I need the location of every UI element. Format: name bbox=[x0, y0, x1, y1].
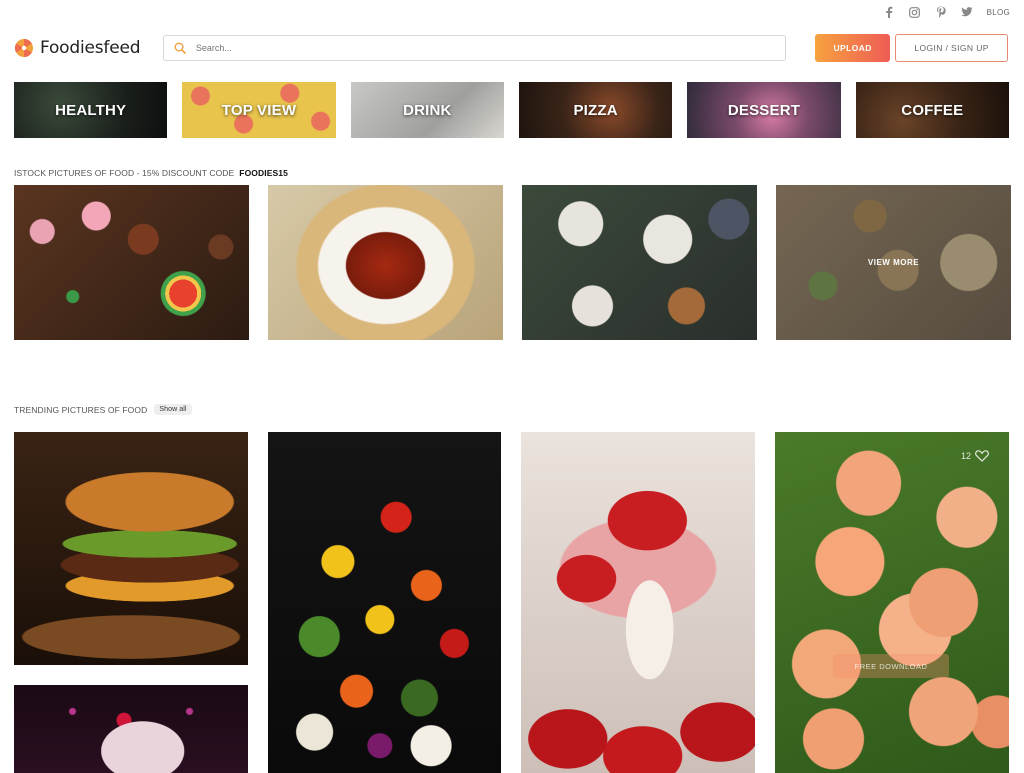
category-coffee[interactable]: COFFEE bbox=[855, 82, 1009, 138]
social-bar: BLOG bbox=[883, 6, 1010, 18]
free-download-button[interactable]: FREE DOWNLOAD bbox=[833, 654, 949, 678]
trending-image-ice-cream[interactable] bbox=[14, 685, 248, 773]
category-label: DESSERT bbox=[727, 101, 801, 119]
istock-image-candy[interactable] bbox=[14, 185, 249, 340]
logo-text: Foodiesfeed bbox=[40, 38, 141, 58]
trending-image-strawberry-milkshake[interactable] bbox=[521, 432, 755, 773]
istock-label-text: ISTOCK PICTURES OF FOOD - 15% DISCOUNT C… bbox=[14, 168, 235, 178]
pinterest-icon[interactable] bbox=[935, 6, 947, 18]
trending-image-peaches[interactable]: 12 FREE DOWNLOAD bbox=[775, 432, 1009, 773]
heart-icon bbox=[975, 450, 989, 462]
header: Foodiesfeed UPLOAD LOGIN / SIGN UP bbox=[14, 33, 1008, 63]
category-pizza[interactable]: PIZZA bbox=[518, 82, 673, 138]
blog-link[interactable]: BLOG bbox=[987, 8, 1010, 17]
category-label: TOP VIEW bbox=[221, 101, 297, 119]
category-label: COFFEE bbox=[901, 101, 964, 119]
trending-image-burger[interactable] bbox=[14, 432, 248, 665]
category-dessert[interactable]: DESSERT bbox=[687, 82, 841, 138]
search-input[interactable] bbox=[195, 43, 756, 53]
facebook-icon[interactable] bbox=[883, 6, 895, 18]
search-icon bbox=[174, 42, 186, 54]
istock-section-label: ISTOCK PICTURES OF FOOD - 15% DISCOUNT C… bbox=[14, 168, 288, 178]
category-tiles: HEALTHY TOP VIEW DRINK PIZZA DESSERT COF… bbox=[14, 82, 1009, 138]
show-all-button[interactable]: Show all bbox=[154, 404, 192, 415]
discount-code: FOODIES15 bbox=[239, 168, 288, 178]
trending-label-text: TRENDING PICTURES OF FOOD bbox=[14, 404, 148, 415]
trending-image-vegetables[interactable] bbox=[268, 432, 501, 773]
istock-image-healthy-food[interactable]: VIEW MORE bbox=[776, 185, 1011, 340]
logo[interactable]: Foodiesfeed bbox=[14, 38, 162, 58]
search-box[interactable] bbox=[162, 35, 787, 61]
view-more-overlay[interactable]: VIEW MORE bbox=[776, 185, 1011, 340]
login-signup-button[interactable]: LOGIN / SIGN UP bbox=[895, 34, 1008, 62]
istock-image-food-spread[interactable] bbox=[522, 185, 757, 340]
instagram-icon[interactable] bbox=[909, 6, 921, 18]
category-healthy[interactable]: HEALTHY bbox=[14, 82, 168, 138]
category-label: DRINK bbox=[403, 101, 452, 119]
category-drink[interactable]: DRINK bbox=[350, 82, 504, 138]
istock-image-braised-pork[interactable] bbox=[268, 185, 503, 340]
like-count: 12 bbox=[960, 451, 971, 461]
logo-mark-icon bbox=[14, 39, 33, 58]
category-label: PIZZA bbox=[573, 101, 618, 119]
twitter-icon[interactable] bbox=[960, 6, 973, 18]
category-top-view[interactable]: TOP VIEW bbox=[182, 82, 336, 138]
category-label: HEALTHY bbox=[55, 101, 127, 119]
trending-section-label: TRENDING PICTURES OF FOOD Show all bbox=[14, 404, 192, 415]
istock-images: VIEW MORE bbox=[14, 185, 1011, 340]
upload-button[interactable]: UPLOAD bbox=[815, 34, 891, 62]
like-counter[interactable]: 12 bbox=[961, 450, 989, 462]
